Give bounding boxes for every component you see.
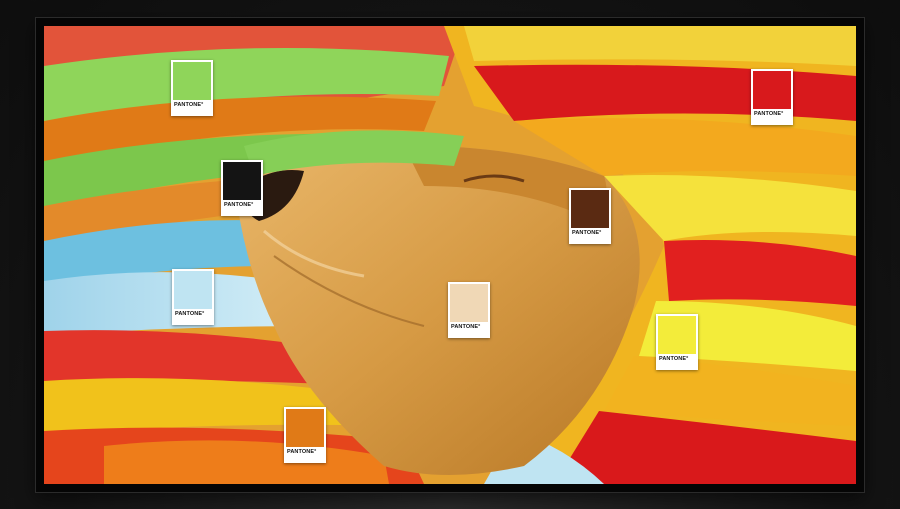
pantone-swatch-light-blue: PANTONE°: [172, 269, 214, 325]
pantone-swatch-cream: PANTONE°: [448, 282, 490, 338]
pantone-swatch-orange: PANTONE°: [284, 407, 326, 463]
swatch-brand-label: PANTONE°: [451, 324, 481, 330]
pantone-swatch-brown: PANTONE°: [569, 188, 611, 244]
swatch-color-chip: [286, 409, 324, 447]
pantone-swatch-green: PANTONE°: [171, 60, 213, 116]
swatch-color-chip: [571, 190, 609, 228]
swatch-brand-label: PANTONE°: [175, 311, 205, 317]
tv-screen: PANTONE° PANTONE° PANTONE° PANTONE° PANT…: [44, 26, 856, 484]
swatch-color-chip: [173, 62, 211, 100]
swatch-color-chip: [753, 71, 791, 109]
tv-frame: PANTONE° PANTONE° PANTONE° PANTONE° PANT…: [36, 18, 864, 492]
stage: PANTONE° PANTONE° PANTONE° PANTONE° PANT…: [0, 0, 900, 509]
swatch-brand-label: PANTONE°: [224, 202, 254, 208]
swatch-color-chip: [174, 271, 212, 309]
pantone-swatch-yellow: PANTONE°: [656, 314, 698, 370]
pantone-swatch-black: PANTONE°: [221, 160, 263, 216]
swatch-color-chip: [450, 284, 488, 322]
swatch-brand-label: PANTONE°: [174, 102, 204, 108]
swatch-brand-label: PANTONE°: [659, 356, 689, 362]
swatch-brand-label: PANTONE°: [754, 111, 784, 117]
swatch-brand-label: PANTONE°: [287, 449, 317, 455]
pantone-swatch-red: PANTONE°: [751, 69, 793, 125]
photo-dog-under-blanket: [44, 26, 856, 484]
swatch-brand-label: PANTONE°: [572, 230, 602, 236]
swatch-color-chip: [223, 162, 261, 200]
swatch-color-chip: [658, 316, 696, 354]
